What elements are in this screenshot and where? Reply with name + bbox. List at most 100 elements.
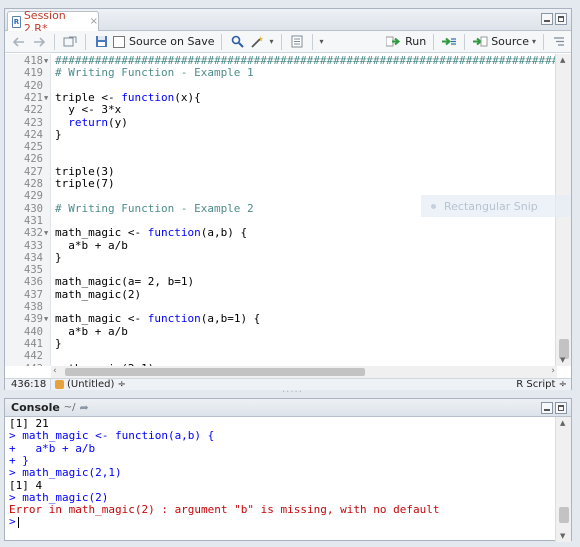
scroll-down-icon[interactable]: ▼ [560, 532, 565, 540]
code-line[interactable]: 419 # Writing Function - Example 1 [5, 66, 557, 80]
code-line[interactable]: 433 a*b + a/b [5, 238, 557, 252]
toolbar-divider [433, 33, 435, 50]
line-number: 442 [24, 350, 43, 363]
scroll-up-icon[interactable]: ▲ [560, 56, 565, 64]
code-line[interactable]: 437 math_magic(2) [5, 287, 557, 301]
more-options-dropdown-icon[interactable]: ▾ [320, 37, 324, 46]
magic-wand-icon[interactable] [249, 34, 265, 50]
code-text: } [55, 250, 62, 264]
line-number: 420 [24, 79, 43, 92]
minimize-pane-icon[interactable] [541, 13, 553, 25]
code-line[interactable]: 426 [5, 153, 557, 165]
source-on-save-checkbox[interactable] [113, 35, 125, 48]
line-number: 426 [24, 153, 43, 166]
line-number: 425 [24, 141, 43, 154]
go-to-directory-icon[interactable]: ➦ [80, 401, 89, 414]
code-text: a*b + a/b [55, 324, 128, 338]
code-text: a*b + a/b [55, 238, 128, 252]
magic-wand-dropdown-icon[interactable]: ▾ [269, 37, 273, 46]
source-button-label: Source [491, 35, 529, 48]
editor-pane-controls [541, 13, 567, 25]
editor-horizontal-scrollbar[interactable]: ‹ › [51, 366, 557, 378]
line-number: 433 [24, 239, 43, 252]
line-number: 440 [24, 325, 43, 338]
back-arrow-icon[interactable] [11, 34, 27, 50]
line-number: 418 [24, 55, 43, 67]
source-icon [473, 36, 488, 47]
line-number: 429 [24, 190, 43, 203]
working-directory: ~/ [63, 402, 76, 413]
console-line: [1] 4 [9, 478, 43, 492]
scroll-left-icon[interactable]: ‹ [53, 366, 57, 376]
snip-indicator-icon [431, 203, 436, 209]
console-pane-controls [541, 402, 567, 414]
code-line[interactable]: 441} [5, 337, 557, 350]
toolbar-divider [280, 33, 282, 50]
line-number: 421 [24, 91, 43, 104]
code-line[interactable]: 432 ▼ math_magic <- function(a,b) { [5, 226, 557, 240]
scroll-up-icon[interactable]: ▲ [560, 419, 565, 427]
console-pane: Console ~/ ➦ [1] 21 > math_magic <- funct… [4, 398, 572, 542]
code-line[interactable]: 434} [5, 250, 557, 264]
maximize-pane-icon[interactable] [555, 13, 567, 25]
scroll-thumb[interactable] [65, 368, 365, 376]
search-icon[interactable] [229, 34, 245, 50]
file-type-selector[interactable]: R Script ÷ [516, 379, 567, 390]
fold-toggle-icon[interactable]: ▼ [44, 92, 48, 104]
line-number: 439 [24, 313, 43, 326]
code-line[interactable]: 428 triple(7) [5, 177, 557, 190]
scope-selector[interactable]: (Untitled) ÷ [51, 379, 126, 390]
code-line[interactable]: 425 [5, 141, 557, 153]
console-vertical-scrollbar[interactable]: ▲ ▼ [555, 417, 571, 542]
editor-tab-bar: R Session 2.R* × [5, 9, 571, 35]
save-icon[interactable] [93, 34, 109, 50]
show-in-window-icon[interactable] [62, 34, 78, 50]
console-header: Console ~/ ➦ [5, 399, 571, 417]
code-text: return(y) [68, 115, 128, 129]
forward-arrow-icon[interactable] [31, 34, 47, 50]
code-text: math_magic(a= 2, b=1) [55, 275, 195, 289]
rerun-icon[interactable] [441, 34, 457, 50]
line-number: 438 [24, 301, 43, 313]
line-number: 427 [24, 165, 43, 178]
console-output[interactable]: [1] 21 > math_magic <- function(a,b) {+ a… [5, 417, 557, 542]
scroll-thumb[interactable] [559, 507, 569, 523]
code-line[interactable]: 423 return(y) [5, 115, 557, 129]
code-line[interactable]: 440 a*b + a/b [5, 324, 557, 338]
source-on-save-label[interactable]: Source on Save [129, 35, 214, 48]
toolbar-divider [54, 33, 55, 50]
maximize-pane-icon[interactable] [555, 402, 567, 414]
console-line: > math_magic(2,1) [9, 466, 122, 480]
code-text: # Writing Function - Example 1 [55, 66, 254, 80]
tab-close-icon[interactable]: × [90, 16, 98, 27]
console-title: Console [11, 401, 60, 414]
run-icon [386, 36, 401, 47]
line-number: 430 [24, 202, 43, 215]
line-number: 424 [24, 128, 43, 141]
fold-toggle-icon[interactable]: ▼ [44, 313, 48, 325]
code-text: math_magic(2) [55, 287, 142, 301]
run-button[interactable]: Run [386, 35, 426, 48]
minimize-pane-icon[interactable] [541, 402, 553, 414]
code-line[interactable]: 436 math_magic(a= 2, b=1) [5, 275, 557, 289]
fold-toggle-icon[interactable]: ▼ [44, 55, 48, 67]
pane-splitter[interactable] [4, 384, 572, 398]
code-line[interactable]: 424} [5, 128, 557, 141]
code-line[interactable]: 442 [5, 350, 557, 362]
toolbar-divider [543, 33, 544, 50]
line-number: 432 [24, 227, 43, 240]
code-line[interactable]: 439 ▼ math_magic <- function(a,b=1) { [5, 312, 557, 326]
source-button[interactable]: Source ▾ [472, 35, 536, 48]
source-dropdown-icon[interactable]: ▾ [532, 37, 536, 46]
tab-session-2[interactable]: R Session 2.R* × [7, 9, 99, 35]
line-number: 428 [24, 178, 43, 190]
line-number: 436 [24, 276, 43, 289]
toolbar-divider [221, 33, 223, 50]
compile-report-icon[interactable] [289, 34, 305, 50]
fold-toggle-icon[interactable]: ▼ [44, 227, 48, 239]
toolbar-divider [311, 33, 313, 50]
scope-icon [55, 380, 64, 389]
document-outline-icon[interactable] [551, 34, 567, 50]
scroll-right-icon[interactable]: › [551, 366, 555, 376]
scroll-down-icon[interactable]: ▼ [560, 356, 565, 364]
